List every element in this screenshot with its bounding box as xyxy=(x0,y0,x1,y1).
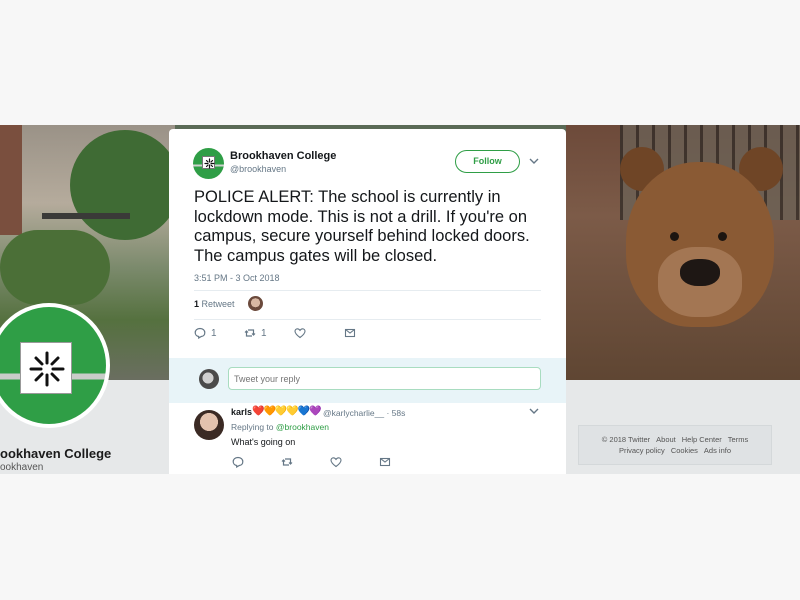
tweet-text: POLICE ALERT: The school is currently in… xyxy=(194,188,530,265)
reply-author-handle-time[interactable]: @karlycharlie__ · 58s xyxy=(323,408,405,418)
reply-icon xyxy=(232,456,244,468)
header-photo-bear xyxy=(566,125,800,385)
replying-to-handle[interactable]: @brookhaven xyxy=(276,422,329,432)
retweeter-avatar[interactable] xyxy=(248,296,263,311)
retweet-label: Retweet xyxy=(201,299,235,309)
message-action[interactable] xyxy=(379,456,391,468)
retweet-count: 1 xyxy=(194,299,200,309)
message-action[interactable] xyxy=(344,327,356,339)
author-name[interactable]: Brookhaven College xyxy=(230,150,336,162)
footer-link-about[interactable]: About xyxy=(656,435,676,444)
tweet-card: Brookhaven College @brookhaven Follow PO… xyxy=(169,129,566,474)
retweet-count-action: 1 xyxy=(261,327,267,339)
footer-link-cookies[interactable]: Cookies xyxy=(671,446,698,455)
retweet-icon xyxy=(281,458,293,466)
reply-input[interactable] xyxy=(228,367,541,390)
bear-nose xyxy=(680,259,720,286)
retweet-action[interactable]: 1 xyxy=(244,327,267,339)
heart-icon xyxy=(330,457,342,468)
retweet-action[interactable] xyxy=(281,456,293,468)
retweet-stats[interactable]: 1 Retweet xyxy=(194,299,235,309)
follow-button[interactable]: Follow xyxy=(455,150,520,173)
bush xyxy=(0,230,110,305)
reply-author-emoji: ❤️🧡💛💛💙💜 xyxy=(252,406,322,417)
author-avatar[interactable] xyxy=(193,148,224,179)
reply-count: 1 xyxy=(211,327,217,339)
reply-tweet[interactable]: karls ❤️🧡💛💛💙💜 @karlycharlie__ · 58s Repl… xyxy=(169,403,566,474)
divider xyxy=(194,290,541,291)
tweet-timestamp[interactable]: 3:51 PM - 3 Oct 2018 xyxy=(194,273,280,283)
envelope-icon xyxy=(344,328,356,338)
tweet-header: Brookhaven College @brookhaven Follow xyxy=(193,148,543,180)
footer-link-terms[interactable]: Terms xyxy=(728,435,748,444)
like-action[interactable] xyxy=(330,456,342,468)
footer-link-ads-info[interactable]: Ads info xyxy=(704,446,731,455)
footer-link-privacy-policy[interactable]: Privacy policy xyxy=(619,446,665,455)
retweet-icon xyxy=(244,329,256,337)
reply-action[interactable]: 1 xyxy=(194,327,217,339)
college-logo-icon xyxy=(20,342,72,394)
profile-name: ookhaven College xyxy=(0,446,112,461)
reply-text: What's going on xyxy=(231,437,296,447)
current-user-avatar[interactable] xyxy=(199,369,219,389)
reply-icon xyxy=(194,327,206,339)
bear-eye-left xyxy=(670,232,679,241)
reply-composer xyxy=(169,358,566,403)
replying-to-prefix: Replying to xyxy=(231,422,274,432)
reply-action[interactable] xyxy=(232,456,244,468)
footer-links-box: © 2018 Twitter About Help Center Terms Priv… xyxy=(578,425,772,465)
reply-author-name[interactable]: karls xyxy=(231,407,252,417)
footer-link-help-center[interactable]: Help Center xyxy=(682,435,722,444)
building xyxy=(0,125,22,235)
heart-icon xyxy=(294,328,306,339)
profile-handle: ookhaven xyxy=(0,462,44,473)
bear-eye-right xyxy=(718,232,727,241)
tree xyxy=(70,130,180,240)
replying-to: Replying to @brookhaven xyxy=(231,422,329,432)
author-handle[interactable]: @brookhaven xyxy=(230,164,286,174)
chevron-down-icon[interactable] xyxy=(529,407,539,418)
envelope-icon xyxy=(379,457,391,467)
chevron-down-icon[interactable] xyxy=(529,157,539,168)
college-logo-icon xyxy=(202,156,215,169)
like-action[interactable] xyxy=(294,327,306,339)
footer-copyright: © 2018 Twitter xyxy=(601,435,651,444)
reply-author-avatar[interactable] xyxy=(194,410,224,440)
reply-time[interactable]: · 58s xyxy=(386,408,405,418)
picnic-table xyxy=(42,213,130,219)
reply-actions xyxy=(232,456,432,468)
bear-illustration xyxy=(618,147,783,357)
tweet-actions: 1 1 xyxy=(194,327,394,341)
divider xyxy=(194,319,541,320)
reply-author-handle[interactable]: @karlycharlie__ xyxy=(323,408,384,418)
